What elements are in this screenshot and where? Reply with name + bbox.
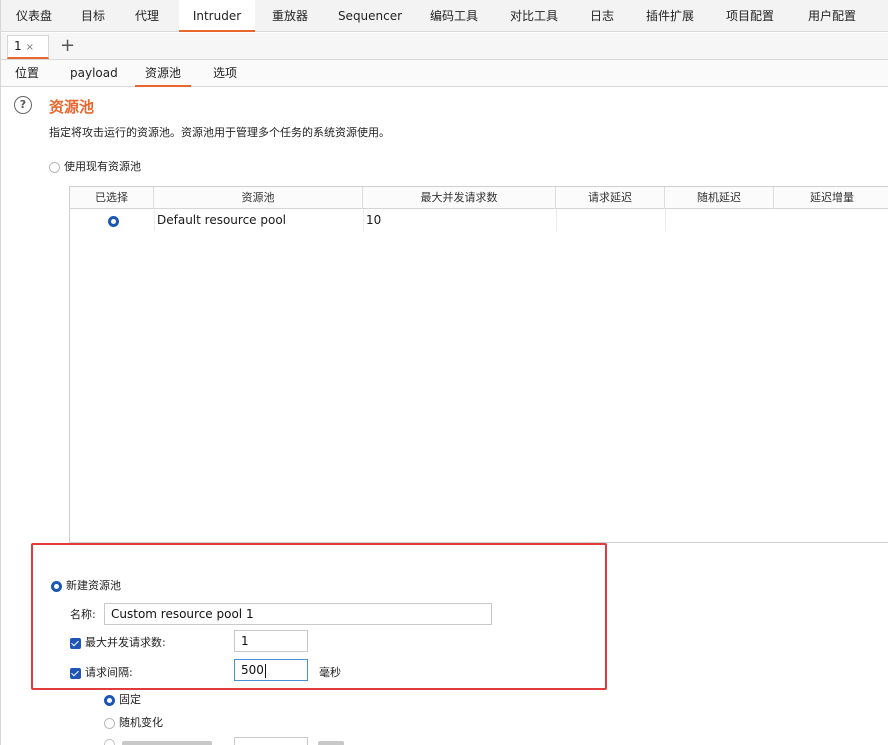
burp-window: 仪表盘 目标 代理 Intruder 重放器 Sequencer 编码工具 对比… xyxy=(0,0,888,745)
col-delay-increment[interactable]: 延迟增量 xyxy=(774,187,888,209)
intruder-sub-tabs: 位置 payload 资源池 选项 xyxy=(1,60,888,87)
column-divider xyxy=(556,209,557,231)
max-concurrent-option[interactable]: 最大并发请求数: xyxy=(70,634,166,650)
tab-payloads[interactable]: payload xyxy=(70,60,118,87)
new-pool-radio[interactable] xyxy=(51,580,62,592)
clipped-unit xyxy=(318,741,344,745)
use-existing-radio[interactable] xyxy=(49,161,60,173)
pool-name-label: 名称: xyxy=(70,608,96,621)
clipped-text xyxy=(122,741,212,745)
tab-dashboard[interactable]: 仪表盘 xyxy=(9,0,59,32)
col-max-concurrent[interactable]: 最大并发请求数 xyxy=(363,187,556,209)
col-selected[interactable]: 已选择 xyxy=(70,187,154,209)
column-divider xyxy=(154,209,155,231)
row-selected-radio[interactable] xyxy=(108,216,119,227)
attack-tab-label: 1 xyxy=(14,39,22,53)
request-delay-label: 请求间隔: xyxy=(85,666,133,679)
tab-positions[interactable]: 位置 xyxy=(15,60,39,87)
tab-resource-pool[interactable]: 资源池 xyxy=(135,60,191,87)
section-description: 指定将攻击运行的资源池。资源池用于管理多个任务的系统资源使用。 xyxy=(49,126,390,139)
close-icon[interactable]: × xyxy=(26,42,34,53)
add-tab-icon[interactable]: + xyxy=(60,35,75,57)
pool-name-input[interactable]: Custom resource pool 1 xyxy=(104,603,492,625)
use-existing-label: 使用现有资源池 xyxy=(64,160,141,173)
new-pool-option[interactable]: 新建资源池 xyxy=(51,577,121,593)
clipped-option-row xyxy=(104,737,364,745)
delay-unit-label: 毫秒 xyxy=(319,666,341,679)
main-tab-bar: 仪表盘 目标 代理 Intruder 重放器 Sequencer 编码工具 对比… xyxy=(1,0,888,32)
max-concurrent-checkbox[interactable] xyxy=(70,637,81,649)
tab-project-options[interactable]: 项目配置 xyxy=(717,0,783,32)
new-pool-label: 新建资源池 xyxy=(66,579,121,592)
max-concurrent-label: 最大并发请求数: xyxy=(85,636,166,649)
help-icon[interactable]: ? xyxy=(14,96,32,114)
tab-user-options[interactable]: 用户配置 xyxy=(797,0,867,32)
tab-options[interactable]: 选项 xyxy=(213,60,237,87)
random-radio[interactable] xyxy=(104,717,115,729)
delay-mode-random[interactable]: 随机变化 xyxy=(104,714,163,730)
col-pool-name[interactable]: 资源池 xyxy=(154,187,363,209)
clipped-radio xyxy=(104,739,115,745)
attack-tab-bar: 1 × + xyxy=(1,33,888,60)
tab-sequencer[interactable]: Sequencer xyxy=(331,0,409,32)
tab-decoder[interactable]: 编码工具 xyxy=(421,0,487,32)
request-delay-input[interactable]: 500 xyxy=(234,659,308,681)
column-divider xyxy=(665,209,666,231)
delay-mode-fixed[interactable]: 固定 xyxy=(104,691,141,707)
fixed-radio[interactable] xyxy=(104,694,115,706)
col-random-delay[interactable]: 随机延迟 xyxy=(665,187,774,209)
use-existing-pool-option[interactable]: 使用现有资源池 xyxy=(49,158,141,174)
tab-comparer[interactable]: 对比工具 xyxy=(501,0,567,32)
tab-target[interactable]: 目标 xyxy=(73,0,113,32)
tab-proxy[interactable]: 代理 xyxy=(127,0,167,32)
column-divider xyxy=(363,209,364,231)
request-delay-value: 500 xyxy=(241,663,264,677)
max-concurrent-input[interactable]: 1 xyxy=(234,630,308,652)
attack-tab-1[interactable]: 1 × xyxy=(7,35,49,59)
resource-pool-table: 已选择 资源池 最大并发请求数 请求延迟 随机延迟 延迟增量 Default r… xyxy=(69,186,888,543)
tab-extensions[interactable]: 插件扩展 xyxy=(637,0,703,32)
request-delay-checkbox[interactable] xyxy=(70,667,81,679)
table-header: 已选择 资源池 最大并发请求数 请求延迟 随机延迟 延迟增量 xyxy=(70,187,888,209)
fixed-label: 固定 xyxy=(119,693,141,706)
col-request-delay[interactable]: 请求延迟 xyxy=(556,187,665,209)
random-label: 随机变化 xyxy=(119,716,163,729)
section-title: 资源池 xyxy=(49,98,95,116)
clipped-input xyxy=(234,737,308,745)
max-concurrent-cell[interactable]: 10 xyxy=(366,213,381,227)
text-caret xyxy=(264,663,266,678)
tab-repeater[interactable]: 重放器 xyxy=(263,0,317,32)
tab-intruder[interactable]: Intruder xyxy=(179,0,255,32)
tab-logger[interactable]: 日志 xyxy=(581,0,623,32)
request-delay-option[interactable]: 请求间隔: xyxy=(70,664,133,680)
pool-name-cell[interactable]: Default resource pool xyxy=(157,213,286,227)
